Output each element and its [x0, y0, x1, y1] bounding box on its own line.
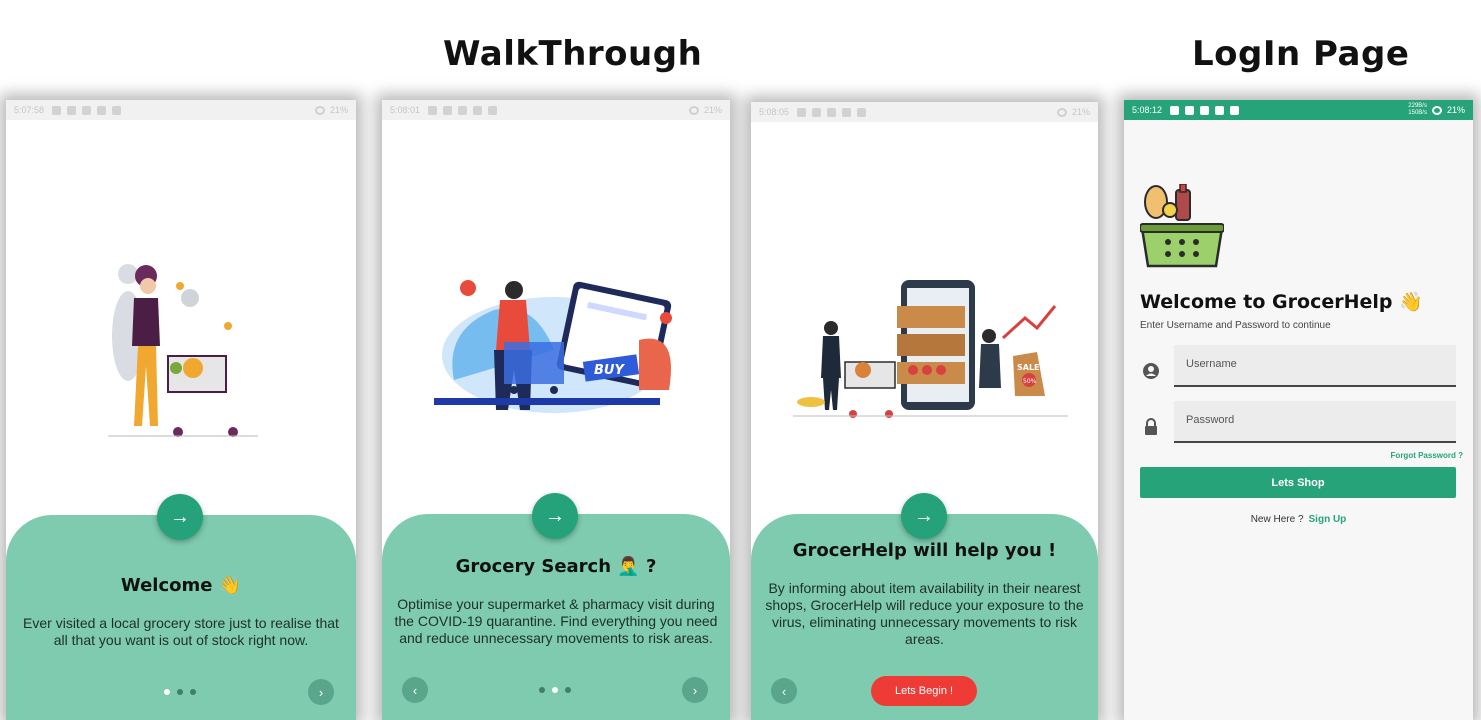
instagram-icon — [827, 107, 837, 117]
login-title: Welcome to GrocerHelp 👋 — [1140, 291, 1423, 313]
page-dot — [552, 687, 558, 693]
battery-level: 21% — [1071, 107, 1090, 117]
screen-title: Grocery Search 🤦‍♂️ ? — [455, 556, 657, 577]
shopper-illustration — [108, 264, 258, 437]
signup-prompt: New Here ? Sign Up — [1124, 514, 1473, 525]
snapchat-icon — [1230, 105, 1240, 115]
username-field[interactable]: Username — [1174, 345, 1456, 387]
battery-icon — [1056, 107, 1067, 117]
status-time: 5:08:01 — [390, 105, 421, 115]
status-time: 5:08:12 — [1132, 105, 1163, 115]
forgot-password-link[interactable]: Forgot Password ? — [1391, 451, 1463, 460]
next-arrow-button[interactable]: → — [532, 493, 578, 539]
screen-title: GrocerHelp will help you ! — [792, 540, 1057, 561]
next-arrow-button[interactable]: → — [901, 493, 947, 539]
status-bar: 5:08:05 21% — [751, 102, 1098, 122]
info-panel: GrocerHelp will help you ! By informing … — [751, 514, 1098, 720]
whatsapp-icon — [67, 105, 77, 115]
screen-description: Ever visited a local grocery store just … — [23, 615, 339, 648]
notification-icon — [797, 107, 807, 117]
battery-level: 21% — [329, 105, 348, 115]
previous-page-button[interactable]: ‹ — [402, 677, 428, 703]
lets-begin-button[interactable]: Lets Begin ! — [871, 676, 977, 706]
battery-icon — [314, 105, 325, 115]
screen-title: Welcome 👋 — [120, 575, 242, 596]
new-here-text: New Here ? — [1250, 514, 1304, 525]
network-speed: 229B/s 150B/s — [1408, 103, 1427, 117]
youtube-icon — [97, 105, 107, 115]
battery-icon — [1431, 105, 1442, 115]
lets-shop-button[interactable]: Lets Shop — [1140, 467, 1456, 498]
login-subtitle: Enter Username and Password to continue — [1140, 320, 1331, 331]
status-bar: 5:08:01 21% — [382, 100, 730, 120]
buy-label: BUY — [594, 363, 625, 378]
instagram-icon — [1200, 105, 1210, 115]
sign-up-link[interactable]: Sign Up — [1309, 514, 1347, 525]
page-indicator — [539, 687, 571, 693]
status-time: 5:07:58 — [14, 105, 45, 115]
battery-level: 21% — [703, 105, 722, 115]
youtube-icon — [473, 105, 483, 115]
screen-description: By informing about item availability in … — [765, 580, 1084, 647]
page-dot — [177, 689, 183, 695]
notification-icon — [428, 105, 438, 115]
page-dot — [565, 687, 571, 693]
next-arrow-button[interactable]: → — [157, 494, 203, 540]
grocery-basket-logo — [1140, 184, 1224, 268]
status-time: 5:08:05 — [759, 107, 790, 117]
status-bar: 5:07:58 21% — [6, 100, 356, 120]
grocerhelp-store-illustration: SALE 50% — [793, 280, 1068, 418]
previous-page-button[interactable]: ‹ — [771, 678, 797, 704]
account-icon — [1143, 363, 1159, 379]
page-dot — [190, 689, 196, 695]
whatsapp-icon — [1185, 105, 1195, 115]
snapchat-icon — [112, 105, 122, 115]
next-page-button[interactable]: › — [682, 677, 708, 703]
snapchat-icon — [488, 105, 498, 115]
notification-icon — [1170, 105, 1180, 115]
walkthrough-heading: WalkThrough — [443, 34, 703, 74]
discount-label: 50% — [1023, 378, 1037, 385]
next-page-button[interactable]: › — [308, 679, 334, 705]
grocery-search-illustration: BUY — [434, 280, 672, 413]
login-screen: 5:08:12 229B/s 150B/s 21% Welcome to Groc… — [1124, 100, 1473, 720]
info-panel: Welcome 👋 Ever visited a local grocery s… — [6, 515, 356, 720]
instagram-icon — [82, 105, 92, 115]
download-speed: 150B/s — [1408, 110, 1427, 116]
instagram-icon — [458, 105, 468, 115]
battery-icon — [688, 105, 699, 115]
info-panel: Grocery Search 🤦‍♂️ ? Optimise your supe… — [382, 514, 730, 720]
page-dot — [164, 689, 170, 695]
walkthrough-screen-1: 5:07:58 21% Welcome 👋 Ever visited a loc… — [6, 100, 356, 720]
upload-speed: 229B/s — [1408, 103, 1427, 109]
login-heading: LogIn Page — [1192, 34, 1410, 74]
password-field[interactable]: Password — [1174, 401, 1456, 443]
snapchat-icon — [857, 107, 867, 117]
status-bar: 5:08:12 229B/s 150B/s 21% — [1124, 100, 1473, 120]
youtube-icon — [842, 107, 852, 117]
page-dot — [539, 687, 545, 693]
whatsapp-icon — [443, 105, 453, 115]
youtube-icon — [1215, 105, 1225, 115]
sale-label: SALE — [1017, 363, 1040, 372]
walkthrough-screen-2: 5:08:01 21% BUY Grocery Search 🤦‍♂️ ? Op… — [382, 100, 730, 720]
walkthrough-screen-3: 5:08:05 21% SALE 50% GrocerHelp will hel… — [751, 102, 1098, 720]
notification-icon — [52, 105, 62, 115]
lock-icon — [1145, 418, 1157, 435]
screen-description: Optimise your supermarket & pharmacy vis… — [394, 596, 718, 646]
whatsapp-icon — [812, 107, 822, 117]
page-indicator — [164, 689, 196, 695]
battery-level: 21% — [1446, 105, 1465, 115]
